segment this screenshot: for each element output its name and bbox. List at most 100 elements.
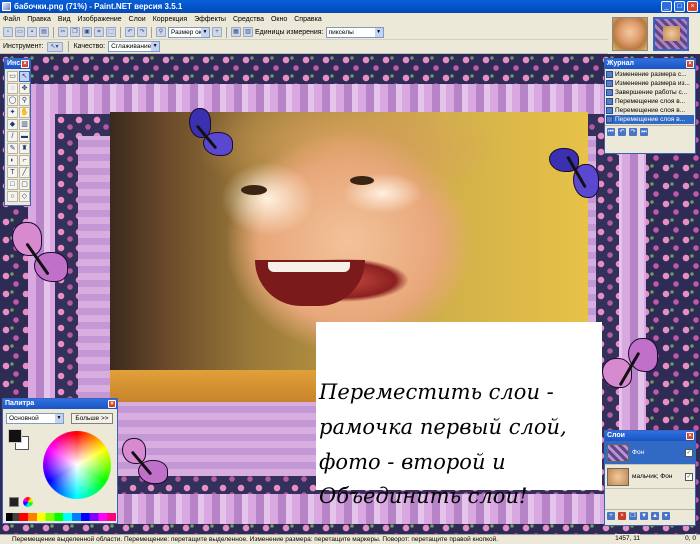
- crop-icon[interactable]: ⌗: [94, 27, 104, 37]
- pan-tool-icon[interactable]: ✋: [19, 107, 30, 118]
- fast-forward-icon[interactable]: ⏭: [640, 128, 648, 136]
- layer-visibility-checkbox[interactable]: ✓: [685, 448, 693, 457]
- layer-row-selected[interactable]: Фон ✓: [605, 441, 695, 465]
- eraser-tool-icon[interactable]: ▬: [19, 131, 30, 142]
- zoom-in-icon[interactable]: +: [212, 27, 222, 37]
- butterfly-pink-bottom: [120, 434, 176, 490]
- layers-panel-title[interactable]: Слои ×: [605, 431, 695, 441]
- clone-stamp-tool-icon[interactable]: ♜: [19, 143, 30, 154]
- copy-icon[interactable]: ❐: [70, 27, 80, 37]
- menu-help[interactable]: Справка: [294, 16, 321, 23]
- menu-file[interactable]: Файл: [3, 16, 20, 23]
- delete-layer-icon[interactable]: ×: [618, 512, 626, 520]
- menu-effects[interactable]: Эффекты: [194, 16, 226, 23]
- rectangle-select-tool-icon[interactable]: ▭: [7, 71, 18, 82]
- move-layer-up-icon[interactable]: ▲: [651, 512, 659, 520]
- line-tool-icon[interactable]: ╱: [19, 167, 30, 178]
- palette-panel-title-text: Палитра: [5, 400, 35, 407]
- image-thumbnail-boy[interactable]: [612, 17, 648, 51]
- duplicate-layer-icon[interactable]: ❐: [629, 512, 637, 520]
- rectangle-tool-icon[interactable]: □: [7, 179, 18, 190]
- units-combo[interactable]: пикселы ▼: [325, 26, 384, 38]
- maximize-button[interactable]: □: [674, 1, 685, 12]
- ellipse-select-tool-icon[interactable]: ◯: [7, 95, 18, 106]
- layer-visibility-checkbox[interactable]: ✓: [685, 472, 693, 481]
- new-file-icon[interactable]: ▫: [3, 27, 13, 37]
- photo-eye-left: [241, 185, 267, 195]
- redo-icon[interactable]: ↷: [137, 27, 147, 37]
- move-selection-tool-icon[interactable]: ↖: [19, 71, 30, 82]
- lasso-tool-icon[interactable]: ◌: [7, 83, 18, 94]
- tools-panel: Инс... × ▭ ↖ ◌ ✥ ◯ ⚲ ✦ ✋ ◆ ▥ / ▬ ✎ ♜ ◐ ⌐…: [4, 58, 31, 206]
- text-tool-icon[interactable]: T: [7, 167, 18, 178]
- minimize-button[interactable]: _: [661, 1, 672, 12]
- freeform-shape-tool-icon[interactable]: ◇: [19, 191, 30, 202]
- ellipse-tool-icon[interactable]: ○: [7, 191, 18, 202]
- history-item[interactable]: Изменение размера из...: [606, 79, 694, 88]
- cut-icon[interactable]: ✂: [58, 27, 68, 37]
- paint-bucket-tool-icon[interactable]: ◆: [7, 119, 18, 130]
- deselect-icon[interactable]: ⬚: [106, 27, 116, 37]
- color-picker-tool-icon[interactable]: ⌐: [19, 155, 30, 166]
- print-icon[interactable]: ▤: [39, 27, 49, 37]
- undo-icon[interactable]: ↶: [618, 128, 626, 136]
- ruler-icon[interactable]: ▥: [243, 27, 253, 37]
- window-title: бабочки.png (71%) - Paint.NET версия 3.5…: [14, 2, 183, 11]
- zoom-tool-icon[interactable]: ⚲: [19, 95, 30, 106]
- grid-icon[interactable]: ▦: [231, 27, 241, 37]
- layer-row[interactable]: мальчик; Фон ✓: [605, 465, 695, 489]
- more-colors-button[interactable]: Больше >>: [71, 413, 113, 424]
- history-panel-title-text: Журнал: [607, 60, 634, 67]
- history-item[interactable]: Перемещение слоя в...: [606, 97, 694, 106]
- paste-icon[interactable]: ▣: [82, 27, 92, 37]
- move-layer-down-icon[interactable]: ▾: [662, 512, 670, 520]
- menu-edit[interactable]: Правка: [27, 16, 51, 23]
- menu-utilities[interactable]: Средства: [233, 16, 264, 23]
- save-icon[interactable]: ▪: [27, 27, 37, 37]
- history-item-selected[interactable]: Перемещение слоя в...: [606, 115, 694, 124]
- gradient-tool-icon[interactable]: ▥: [19, 119, 30, 130]
- palette-swatches[interactable]: [6, 513, 116, 521]
- close-icon[interactable]: ×: [686, 60, 694, 68]
- menu-window[interactable]: Окно: [271, 16, 287, 23]
- color-wheel[interactable]: [43, 431, 111, 499]
- paintbrush-tool-icon[interactable]: /: [7, 131, 18, 142]
- image-thumbnail-butterflies[interactable]: [653, 17, 689, 51]
- history-item[interactable]: Завершение работы с...: [606, 88, 694, 97]
- zoom-combo[interactable]: Размер окна ▼: [168, 26, 210, 38]
- title-bar[interactable]: бабочки.png (71%) - Paint.NET версия 3.5…: [0, 0, 700, 13]
- history-panel-title[interactable]: Журнал ×: [605, 59, 695, 69]
- magic-wand-tool-icon[interactable]: ✦: [7, 107, 18, 118]
- close-icon[interactable]: ×: [108, 400, 116, 408]
- menu-image[interactable]: Изображение: [78, 16, 122, 23]
- layer-name: Фон: [632, 449, 645, 456]
- menu-view[interactable]: Вид: [58, 16, 71, 23]
- color-picker-icon[interactable]: [23, 497, 33, 507]
- palette-mode-combo[interactable]: Основной ▼: [6, 413, 64, 424]
- black-white-reset-icon[interactable]: [9, 497, 19, 507]
- close-icon[interactable]: ×: [686, 432, 694, 440]
- merge-layer-down-icon[interactable]: ▼: [640, 512, 648, 520]
- undo-icon[interactable]: ↶: [125, 27, 135, 37]
- tools-panel-title[interactable]: Инс... ×: [5, 59, 30, 69]
- open-file-icon[interactable]: ▭: [15, 27, 25, 37]
- pencil-tool-icon[interactable]: ✎: [7, 143, 18, 154]
- recolor-tool-icon[interactable]: ◐: [7, 155, 18, 166]
- history-item[interactable]: Изменение размера с...: [606, 70, 694, 79]
- palette-panel-title[interactable]: Палитра ×: [3, 399, 117, 409]
- primary-color-swatch-front[interactable]: [8, 429, 22, 443]
- redo-icon[interactable]: ↷: [629, 128, 637, 136]
- add-layer-icon[interactable]: +: [607, 512, 615, 520]
- move-selected-tool-icon[interactable]: ✥: [19, 83, 30, 94]
- history-item[interactable]: Перемещение слоя в...: [606, 106, 694, 115]
- quality-combo[interactable]: Сглаживание ▼: [108, 41, 161, 52]
- close-icon[interactable]: ×: [21, 60, 29, 68]
- rounded-rectangle-tool-icon[interactable]: ▢: [19, 179, 30, 190]
- menu-adjustments[interactable]: Коррекция: [153, 16, 187, 23]
- image-thumbnails: [608, 13, 700, 54]
- menu-layers[interactable]: Слои: [129, 16, 146, 23]
- move-selection-tool-icon[interactable]: ↖▾: [46, 41, 63, 52]
- quality-combo-value: Сглаживание: [111, 43, 152, 50]
- rewind-icon[interactable]: ⏮: [607, 128, 615, 136]
- close-button[interactable]: ×: [687, 1, 698, 12]
